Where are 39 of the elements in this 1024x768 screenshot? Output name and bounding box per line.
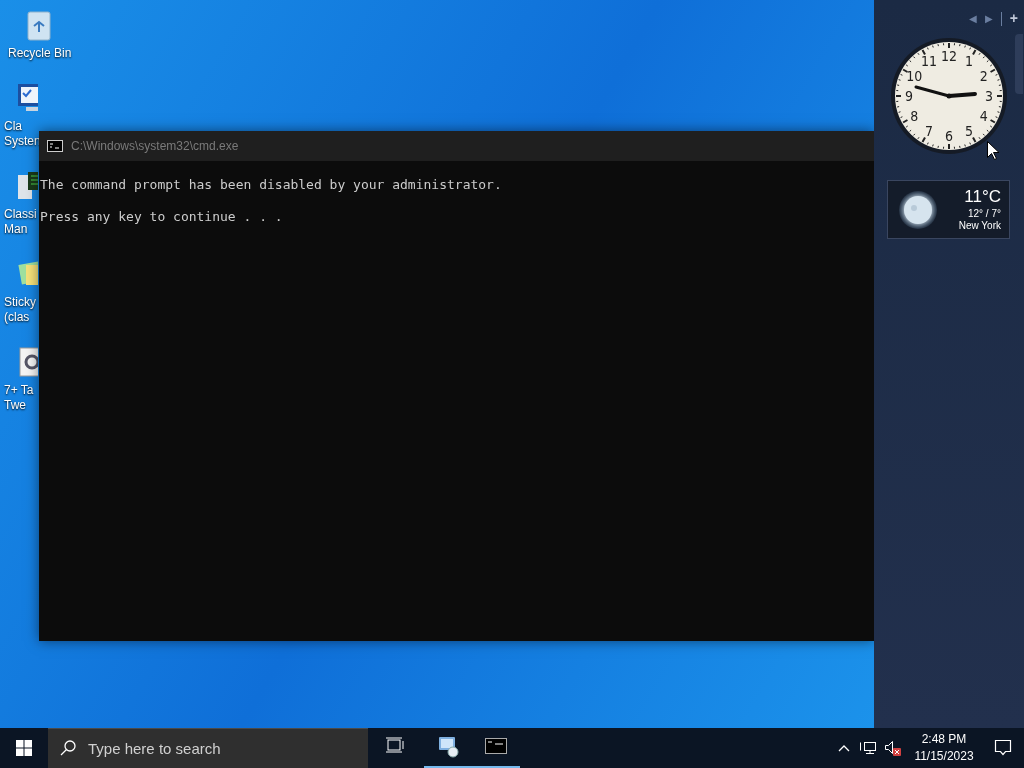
volume-muted-icon[interactable] bbox=[884, 740, 902, 756]
network-icon[interactable] bbox=[860, 741, 876, 755]
clock-numeral: 1 bbox=[965, 53, 973, 70]
clock-numeral: 8 bbox=[910, 108, 919, 124]
clock-numeral: 3 bbox=[985, 88, 993, 104]
clock-hands bbox=[914, 85, 977, 99]
search-icon bbox=[60, 740, 76, 756]
console-text: The command prompt has been disabled by your administrator. bbox=[39, 177, 503, 193]
icon-label[interactable]: Sticky (clas bbox=[4, 295, 36, 325]
chevron-up-icon[interactable] bbox=[838, 744, 850, 752]
clock-numeral: 7 bbox=[925, 122, 933, 139]
clock-date[interactable]: 11/15/2023 bbox=[914, 748, 974, 765]
console-icon bbox=[47, 140, 63, 152]
clock-numeral: 11 bbox=[921, 53, 937, 70]
clock-numeral: 2 bbox=[979, 68, 988, 84]
moon-icon bbox=[898, 189, 938, 230]
add-gadget-button[interactable]: + bbox=[1009, 8, 1018, 29]
windows-logo-icon bbox=[16, 740, 32, 756]
temperature-range: 12° / 7° bbox=[967, 207, 1001, 221]
icon-label[interactable]: Classi Man bbox=[4, 207, 37, 237]
clock-numeral: 9 bbox=[905, 88, 913, 104]
clock-numeral: 4 bbox=[979, 108, 988, 124]
console-text: Press any key to continue . . . bbox=[39, 209, 284, 225]
temperature: 11°C bbox=[964, 186, 1001, 208]
search-field[interactable]: Type here to search bbox=[48, 728, 368, 768]
previous-button[interactable]: ◀ bbox=[968, 11, 977, 26]
clock-numeral: 5 bbox=[965, 122, 973, 139]
clock-numeral: 10 bbox=[906, 68, 923, 84]
city-name: New York bbox=[958, 220, 1001, 233]
icon-label[interactable]: 7+ Ta Twe bbox=[4, 383, 34, 413]
clock-numeral: 12 bbox=[941, 48, 957, 64]
clock-time[interactable]: 2:48 PM bbox=[921, 731, 967, 748]
monitor-disc-icon bbox=[437, 736, 459, 758]
clock-numeral: 6 bbox=[945, 128, 953, 144]
window-title: C:\Windows\system32\cmd.exe bbox=[71, 138, 239, 155]
next-button[interactable]: ▶ bbox=[984, 11, 993, 26]
icon-label[interactable]: Recycle Bin bbox=[8, 46, 72, 61]
notification-icon[interactable] bbox=[994, 739, 1012, 757]
mouse-cursor-icon bbox=[987, 141, 999, 160]
